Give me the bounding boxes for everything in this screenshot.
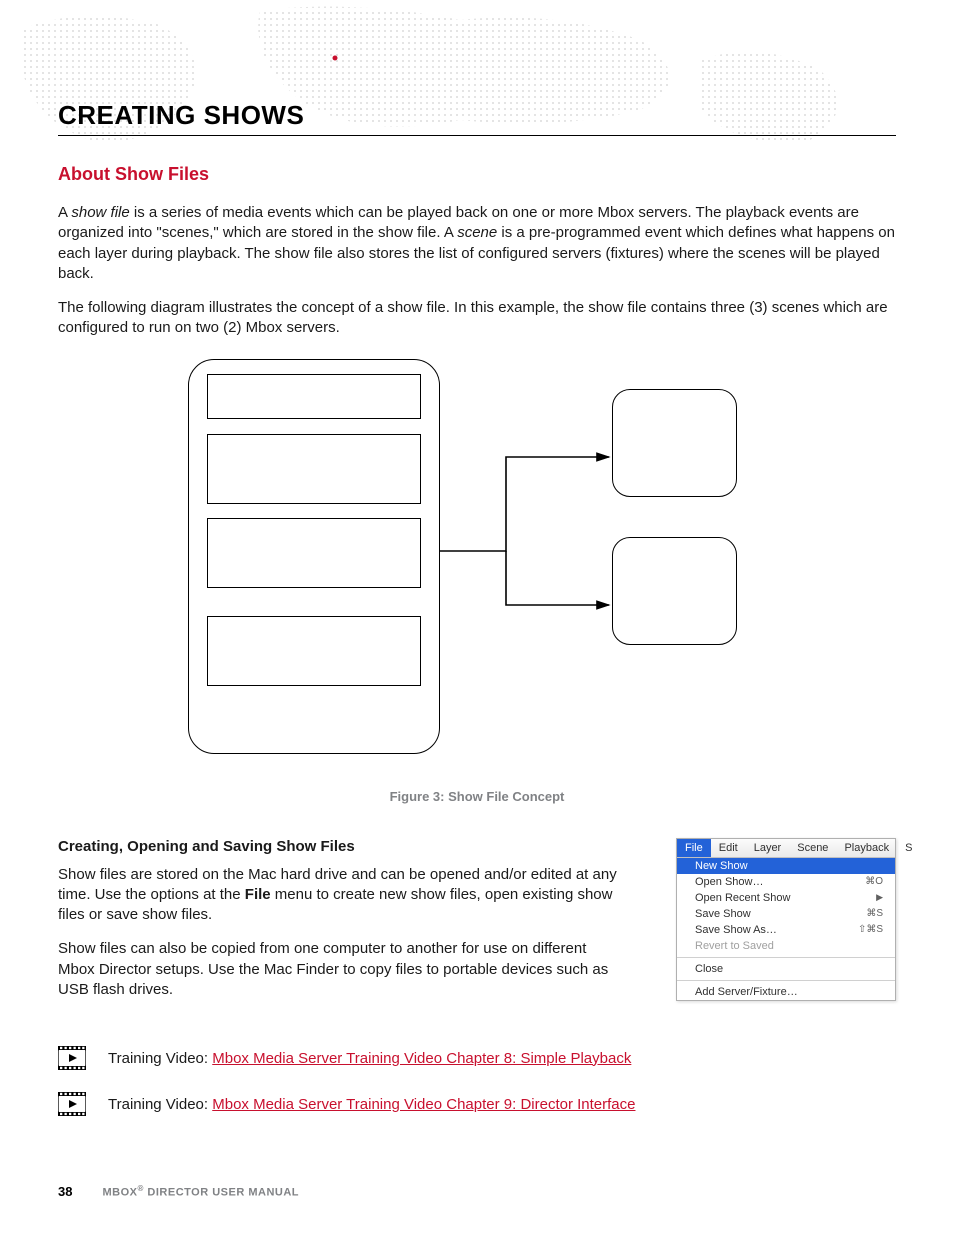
- menu-bar-item: S: [897, 839, 920, 857]
- page-title: CREATING SHOWS: [58, 100, 896, 136]
- manual-title: MBOX® DIRECTOR USER MANUAL: [102, 1184, 299, 1199]
- menu-item: Close: [677, 961, 895, 977]
- film-play-icon: [58, 1092, 86, 1116]
- menu-bar-item: Edit: [711, 839, 746, 857]
- paragraph-1: A show file is a series of media events …: [58, 203, 896, 284]
- training-video-text: Training Video: Mbox Media Server Traini…: [108, 1050, 631, 1067]
- menu-item-label: Open Show…: [695, 876, 763, 888]
- training-video-row: Training Video: Mbox Media Server Traini…: [58, 1046, 896, 1070]
- menu-item: Save Show ⌘S: [677, 906, 895, 922]
- figure-caption: Figure 3: Show File Concept: [58, 789, 896, 804]
- page-number: 38: [58, 1184, 72, 1199]
- menu-bar-item: Layer: [746, 839, 790, 857]
- training-video-link[interactable]: Mbox Media Server Training Video Chapter…: [212, 1096, 635, 1113]
- training-video-link[interactable]: Mbox Media Server Training Video Chapter…: [212, 1050, 631, 1067]
- menu-item-shortcut: ⌘O: [865, 876, 883, 888]
- menu-item: Open Recent Show ▶: [677, 890, 895, 906]
- menu-item-label: New Show: [695, 860, 748, 872]
- training-video-text: Training Video: Mbox Media Server Traini…: [108, 1096, 636, 1113]
- training-video-row: Training Video: Mbox Media Server Traini…: [58, 1092, 896, 1116]
- menu-item-shortcut: ⌘S: [866, 908, 883, 920]
- paragraph-3: Show files are stored on the Mac hard dr…: [58, 865, 618, 926]
- page-footer: 38 MBOX® DIRECTOR USER MANUAL: [58, 1184, 299, 1199]
- submenu-arrow-icon: ▶: [876, 892, 883, 904]
- film-play-icon: [58, 1046, 86, 1070]
- training-prefix: Training Video:: [108, 1096, 212, 1113]
- menu-item-label: Close: [695, 963, 723, 975]
- paragraph-4: Show files can also be copied from one c…: [58, 939, 618, 1000]
- training-prefix: Training Video:: [108, 1050, 212, 1067]
- diagram-arrows: [58, 359, 896, 789]
- menu-item-label: Open Recent Show: [695, 892, 790, 904]
- file-menu-dropdown: New Show Open Show… ⌘O Open Recent Show ▶ Sav…: [677, 858, 895, 1000]
- subsection-heading: Creating, Opening and Saving Show Files: [58, 838, 618, 855]
- menu-item-label: Save Show: [695, 908, 751, 920]
- show-file-diagram: [58, 359, 896, 789]
- menu-item-label: Revert to Saved: [695, 940, 774, 952]
- menu-item: New Show: [677, 858, 895, 874]
- menu-item: Save Show As… ⇧⌘S: [677, 922, 895, 938]
- paragraph-2: The following diagram illustrates the co…: [58, 298, 896, 339]
- section-heading: About Show Files: [58, 164, 896, 185]
- menu-bar: FileEditLayerScenePlaybackS: [677, 839, 895, 858]
- menu-bar-item: File: [677, 839, 711, 857]
- menu-item-label: Save Show As…: [695, 924, 777, 936]
- menu-bar-item: Playback: [836, 839, 897, 857]
- menu-item-label: Add Server/Fixture…: [695, 986, 798, 998]
- menu-item: Open Show… ⌘O: [677, 874, 895, 890]
- menu-item: Add Server/Fixture…: [677, 984, 895, 1000]
- menu-divider: [677, 980, 895, 981]
- menu-bar-item: Scene: [789, 839, 836, 857]
- menu-item: Revert to Saved: [677, 938, 895, 954]
- menu-divider: [677, 957, 895, 958]
- menu-item-shortcut: ⇧⌘S: [858, 924, 883, 936]
- file-menu-screenshot: FileEditLayerScenePlaybackS New Show Open…: [676, 838, 896, 1001]
